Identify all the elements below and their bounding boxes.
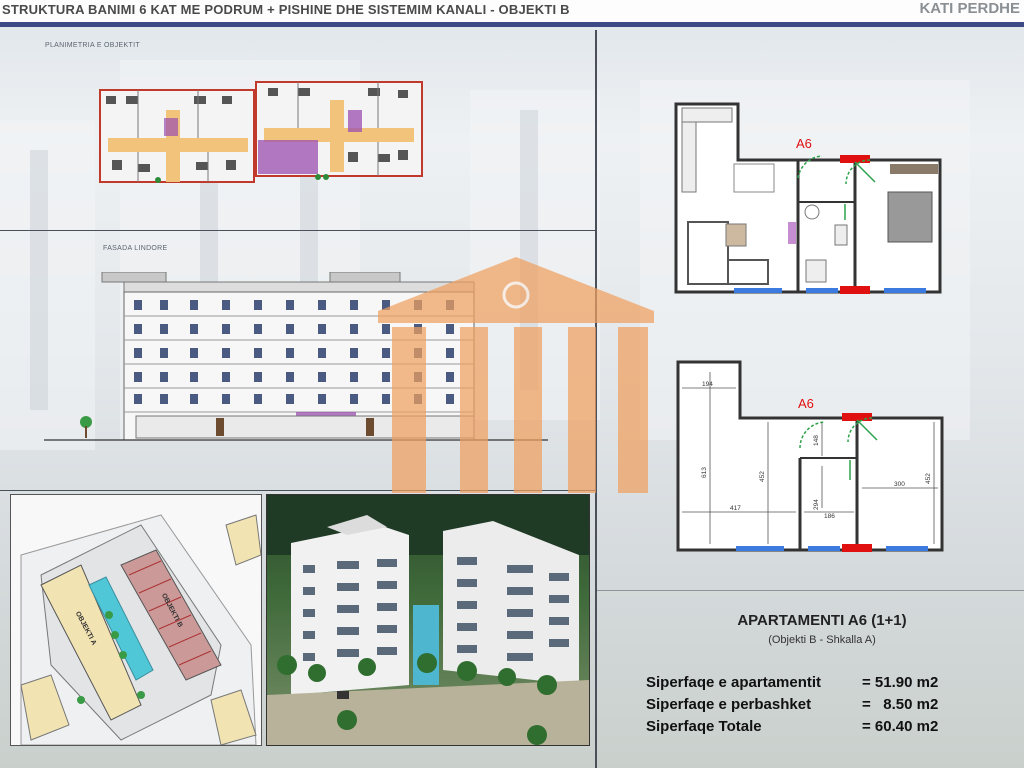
dim-417: 417 xyxy=(730,505,741,512)
header-bar: STRUKTURA BANIMI 6 KAT ME PODRUM + PISHI… xyxy=(0,0,1024,27)
dim-613: 613 xyxy=(701,467,708,478)
building-rendering xyxy=(266,494,590,746)
apartment-subtitle: (Objekti B - Shkalla A) xyxy=(768,634,876,646)
horizontal-divider xyxy=(597,590,1024,591)
dim-452-right: 452 xyxy=(925,473,932,484)
page-title: STRUKTURA BANIMI 6 KAT ME PODRUM + PISHI… xyxy=(2,2,570,17)
area-label: Siperfaqe Totale xyxy=(646,718,762,735)
dim-186: 186 xyxy=(824,513,835,520)
building-floor-plan xyxy=(99,81,423,183)
dim-300: 300 xyxy=(894,481,905,488)
dim-148: 148 xyxy=(813,435,820,446)
site-plan: OBJEKTI A OBJEKTI B xyxy=(10,494,262,746)
dim-194: 194 xyxy=(702,381,713,388)
area-value: = 8.50 m2 xyxy=(862,696,939,713)
horizontal-divider xyxy=(0,230,595,231)
area-value: = 60.40 m2 xyxy=(862,718,939,735)
facade-label: FASADA LINDORE xyxy=(103,245,168,252)
area-label: Siperfaqe e perbashket xyxy=(646,696,812,713)
plan-label: PLANIMETRIA E OBJEKTIT xyxy=(45,42,140,49)
area-label: Siperfaqe e apartamentit xyxy=(646,674,822,691)
dim-452-left: 452 xyxy=(759,471,766,482)
floor-title: KATI PERDHE xyxy=(919,0,1020,17)
apartment-dimension-plan: 194 613 452 417 148 294 186 300 452 A6 xyxy=(676,360,944,552)
apartment-title: APARTAMENTI A6 (1+1) xyxy=(737,612,907,629)
apartment-furnished-plan: A6 xyxy=(674,102,942,294)
area-value: = 51.90 m2 xyxy=(862,674,939,691)
dim-294: 294 xyxy=(813,499,820,510)
unit-tag-bottom: A6 xyxy=(798,396,814,411)
watermark-logo xyxy=(378,257,654,493)
unit-tag-top: A6 xyxy=(796,136,812,151)
